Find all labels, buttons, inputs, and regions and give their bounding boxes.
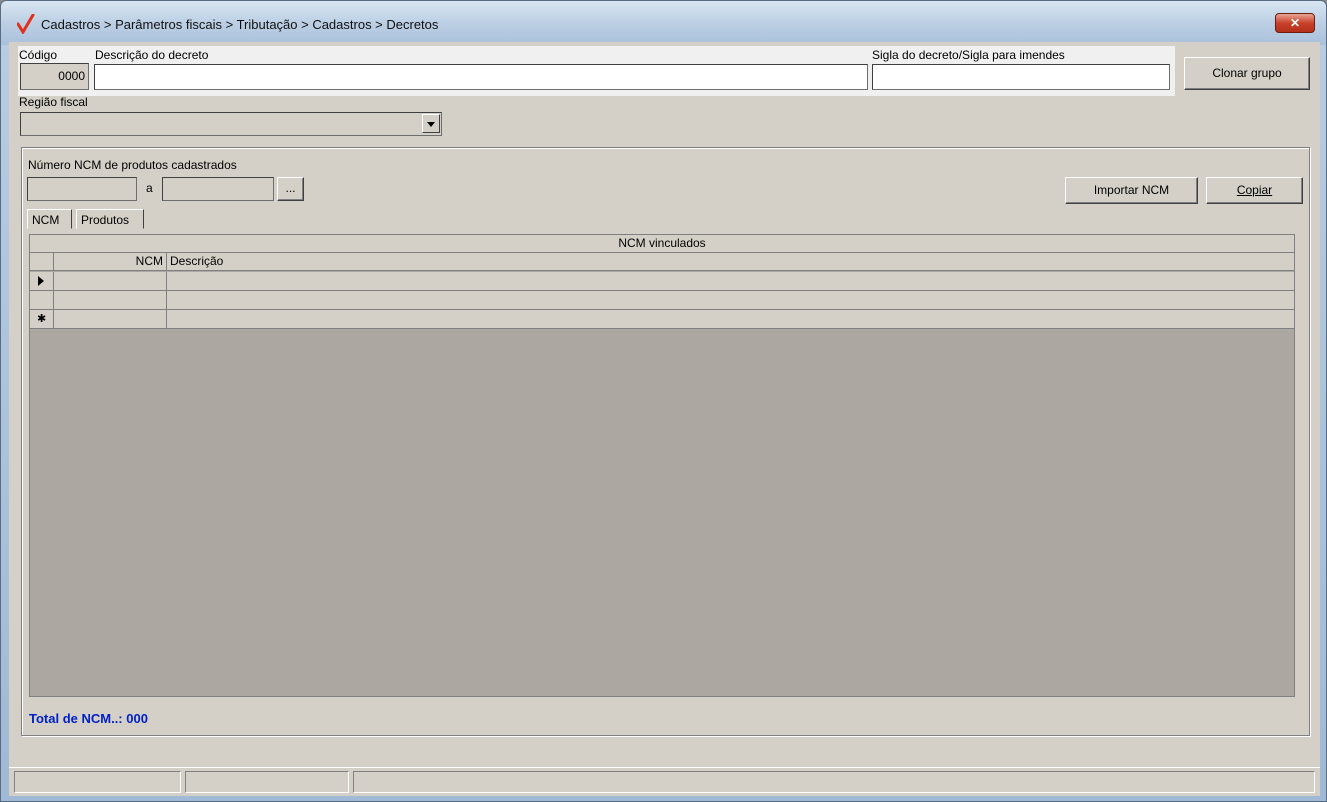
title-bar[interactable]: Cadastros > Parâmetros fiscais > Tributa… (1, 1, 1326, 45)
table-row[interactable] (30, 291, 1294, 310)
browse-button[interactable]: ... (277, 177, 304, 201)
grid-title: NCM vinculados (30, 235, 1294, 253)
row-indicator: ✱ (30, 310, 54, 328)
ncm-range-separator: a (146, 181, 153, 195)
ncm-cell[interactable] (54, 272, 167, 290)
row-indicator (30, 272, 54, 290)
checkmark-logo-icon (17, 14, 35, 34)
status-panel-2 (185, 771, 349, 793)
window-title: Cadastros > Parâmetros fiscais > Tributa… (41, 17, 439, 32)
grid-header: NCM Descrição (30, 253, 1294, 271)
descricao-label: Descrição do decreto (95, 48, 209, 62)
ncm-cell[interactable] (54, 291, 167, 309)
tab-produtos[interactable]: Produtos (76, 209, 144, 229)
tab-ncm[interactable]: NCM (27, 209, 72, 229)
sigla-input[interactable] (872, 64, 1170, 90)
descricao-input[interactable] (94, 64, 868, 90)
ncm-to-input[interactable] (162, 177, 274, 201)
form-client-area: Código 0000 Descrição do decreto Sigla d… (9, 42, 1320, 796)
clonar-grupo-button[interactable]: Clonar grupo (1184, 57, 1310, 90)
status-bar (9, 767, 1320, 796)
codigo-label: Código (19, 48, 58, 62)
sigla-label: Sigla do decreto/Sigla para imendes (872, 48, 1065, 62)
app-window: Cadastros > Parâmetros fiscais > Tributa… (0, 0, 1327, 802)
ncm-grid[interactable]: NCM vinculados NCM Descrição ✱ (29, 234, 1295, 697)
grid-indicator-header (30, 253, 54, 271)
ncm-range-label: Número NCM de produtos cadastrados (28, 158, 237, 172)
column-header-descricao[interactable]: Descrição (167, 253, 1294, 271)
status-panel-1 (14, 771, 181, 793)
importar-ncm-button[interactable]: Importar NCM (1065, 177, 1198, 204)
table-row[interactable]: ✱ (30, 310, 1294, 329)
column-header-ncm[interactable]: NCM (54, 253, 167, 271)
row-indicator (30, 291, 54, 309)
close-button[interactable]: ✕ (1275, 13, 1315, 33)
table-row[interactable] (30, 272, 1294, 291)
ncm-from-input[interactable] (27, 177, 137, 201)
current-row-arrow-icon (38, 276, 44, 286)
status-panel-3 (353, 771, 1315, 793)
copiar-button[interactable]: Copiar (1206, 177, 1303, 204)
regiao-fiscal-select[interactable] (20, 112, 442, 136)
ncm-cell[interactable] (54, 310, 167, 328)
regiao-fiscal-label: Região fiscal (19, 95, 88, 109)
total-ncm-label: Total de NCM..: 000 (29, 711, 148, 726)
codigo-field: 0000 (20, 63, 89, 90)
new-row-asterisk-icon: ✱ (37, 313, 47, 325)
chevron-down-icon[interactable] (422, 114, 440, 133)
